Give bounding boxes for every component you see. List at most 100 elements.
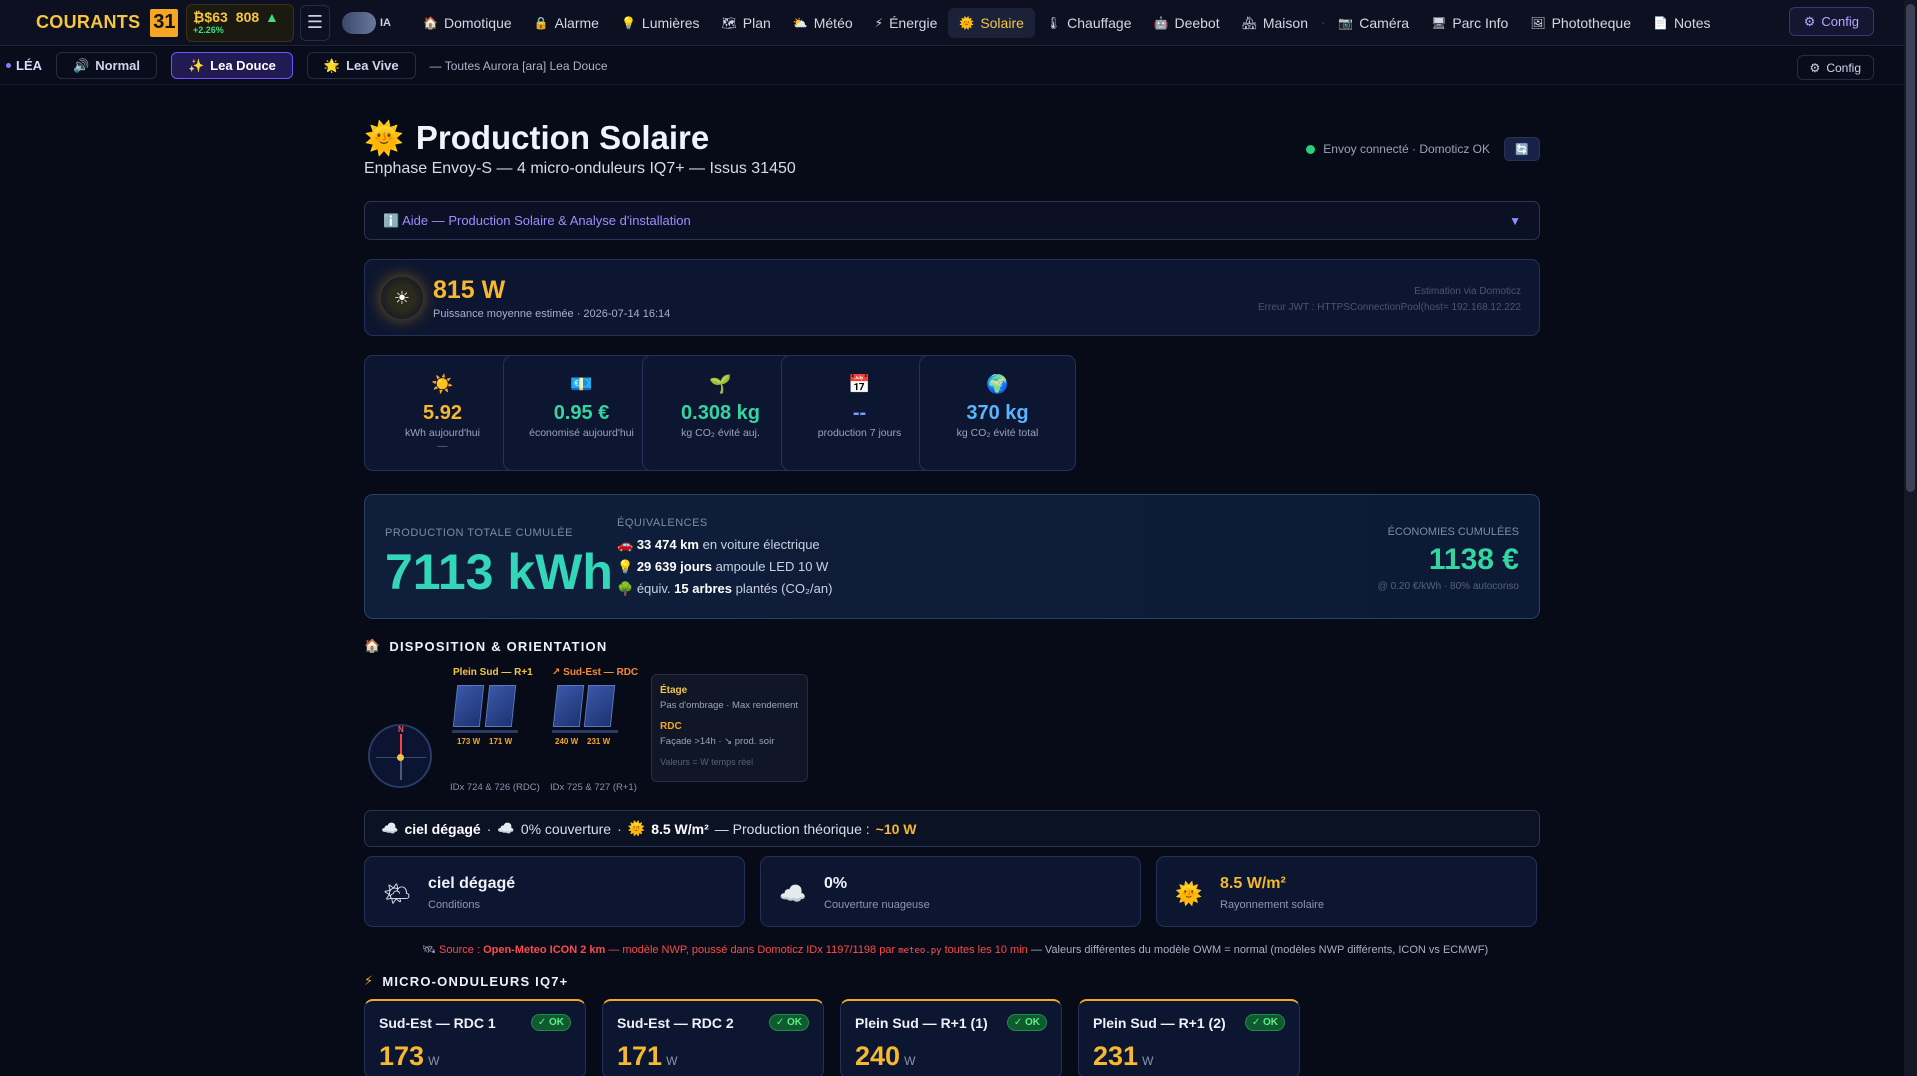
equivalence-pre: équiv. [636,581,675,596]
page-subtitle: Enphase Envoy-S — 4 micro-onduleurs IQ7+… [364,160,796,177]
mode-button-2[interactable]: 🌟 Lea Vive [306,52,416,79]
cloud-cover: 0% couverture [520,820,612,837]
inverter-power: 231 W [1093,1041,1153,1072]
inverter-power: 173 W [379,1041,439,1072]
equivalence-text: en voiture électrique [698,537,820,552]
legend-note: Valeurs = W temps réel [660,757,754,767]
chevron-down-icon[interactable]: ▼ [1509,214,1521,228]
refresh-button[interactable]: 🔄 [1504,137,1540,161]
panel-idx: IDx 725 & 727 (R+1) [550,782,637,793]
inverter-power-value: 173 [379,1041,425,1071]
equivalence-item: 🚗 33 474 km en voiture électrique [617,537,820,553]
savings-value: 1138 € [1428,543,1519,576]
inverter-name: Plein Sud — R+1 (1) [855,1015,988,1031]
equivalence-icon: 💡 [617,559,634,574]
total-production-card: PRODUCTION TOTALE CUMULÉE 7113 kWh ÉQUIV… [364,494,1540,619]
nav-item-1[interactable]: 🔒 Alarme [523,8,610,38]
nav-icon: 💡 [620,15,636,30]
section-title-inverters: ⚡ MICRO-ONDULEURS IQ7+ [364,973,568,989]
kpi-extra: — [437,441,448,452]
status-badge: ✓ OK [1006,1014,1047,1031]
ia-button[interactable]: IA [342,11,412,34]
nav-item-8[interactable]: 🤖 Deebot [1143,8,1231,38]
nav-icon: 🔒 [533,15,549,30]
nav-item-5[interactable]: ⚡ Énergie [864,8,949,38]
nav-label: Notes [1673,14,1711,31]
gear-icon: ⚙ [1803,13,1816,29]
equivalence-text: plantés (CO₂/an) [731,581,833,596]
mode-button-0[interactable]: 🔊 Normal [56,52,157,79]
inverter-name: Sud-Est — RDC 1 [379,1015,496,1031]
nav-label: Lumières [641,14,700,31]
connection-status: Envoy connecté · Domoticz OK 🔄 [1306,137,1540,161]
config-button[interactable]: ⚙ Config [1788,7,1874,36]
lea-config-button[interactable]: ⚙ Config [1796,55,1874,80]
irradiance: 8.5 W/m² [651,820,709,837]
weather-value: ciel dégagé [428,875,516,892]
nav-item-2[interactable]: 💡 Lumières [610,8,711,38]
source-prefix: Source : [439,944,484,956]
nav-label: Maison [1262,14,1308,31]
inverter-card[interactable]: Sud-Est — RDC 1 ✓ OK 173 W [364,999,586,1076]
nav-label: Caméra [1359,14,1410,31]
inverter-name: Plein Sud — R+1 (2) [1093,1015,1226,1031]
inverter-power-value: 171 [617,1041,663,1071]
btc-price: $63 [204,8,228,25]
savings-label: ÉCONOMIES CUMULÉES [1387,526,1519,538]
menu-icon[interactable]: ☰ [300,4,330,41]
legend-rdc-text: Façade >14h · ↘ prod. soir [660,736,775,747]
kpi-value: 370 kg [966,402,1029,424]
kpi-label: kWh aujourd'hui [405,427,480,439]
equivalence-value: 29 639 jours [636,559,712,574]
scrollbar[interactable] [1904,0,1917,1076]
estimation-note: Estimation via Domoticz Erreur JWT : HTT… [1258,284,1521,316]
total-label: PRODUCTION TOTALE CUMULÉE [385,527,573,539]
nav-item-13[interactable]: 📄 Notes [1642,8,1722,38]
nav-label: Domotique [443,14,512,31]
kpi-value: 0.308 kg [681,402,760,424]
inverter-card[interactable]: Plein Sud — R+1 (2) ✓ OK 231 W [1078,999,1300,1076]
inverter-power-unit: W [666,1054,678,1068]
inverter-power-unit: W [428,1054,440,1068]
group-label-south: Plein Sud — R+1 [453,667,533,678]
orientation-legend: Étage Pas d'ombrage · Max rendement RDC … [651,674,808,782]
status-dot-icon [1306,144,1316,154]
trend-up-icon: ▲ [265,8,279,25]
kpi-card: 🌍 370 kg kg CO₂ évité total [919,355,1076,471]
nav-item-9[interactable]: 🏘 Maison [1231,8,1319,38]
nav-item-10[interactable]: 📷 Caméra [1327,8,1420,38]
theoretical-label: — Production théorique : [714,820,870,837]
nav-item-3[interactable]: 🗺 Plan [711,8,782,38]
config-label: Config [1821,14,1859,29]
brand[interactable]: COURANTS 31 [0,8,180,37]
nav-item-4[interactable]: ⛅ Météo [782,8,864,38]
legend-floor-text: Pas d'ombrage · Max rendement [660,700,799,711]
kpi-card: 📅 -- production 7 jours [781,355,938,471]
mode-icon: 🔊 [73,57,90,73]
btc-ticker[interactable]: ₿$63 808 ▲ +2.26% [186,3,294,42]
equivalence-item: 🌳 équiv. 15 arbres plantés (CO₂/an) [617,581,832,597]
panel-power: 171 W [489,737,513,746]
nav-item-12[interactable]: 🖼 Phototheque [1519,8,1642,38]
weather-source-note: 🛰 Source : Open-Meteo ICON 2 km — modèle… [422,943,1488,956]
compass-icon: N [368,724,432,788]
inverter-power: 240 W [855,1041,915,1072]
scrollbar-thumb[interactable] [1906,4,1915,492]
nav-icon: ⛅ [792,15,808,30]
help-accordion[interactable]: ℹ️ Aide — Production Solaire & Analyse d… [364,201,1540,240]
kpi-card: ☀️ 5.92 kWh aujourd'hui — [364,355,521,471]
inverter-card[interactable]: Sud-Est — RDC 2 ✓ OK 171 W [602,999,824,1076]
inverter-card[interactable]: Plein Sud — R+1 (1) ✓ OK 240 W [840,999,1062,1076]
mode-icon: 🌟 [323,57,341,73]
lea-text: LÉA [16,58,42,73]
source-script: meteo.py [898,946,942,956]
solar-panel-icon [452,685,485,727]
nav-icon: 🏠 [423,15,438,30]
mode-button-1[interactable]: ✨ Lea Douce [170,52,293,79]
nav-item-0[interactable]: 🏠 Domotique [412,8,523,38]
nav-item-11[interactable]: 🖥 Parc Info [1420,8,1519,38]
nav-item-6[interactable]: 🌞 Solaire [948,7,1035,38]
nav-item-7[interactable]: 🌡 Chauffage [1035,8,1143,38]
panel-power: 173 W [457,737,481,746]
kpi-label: kg CO₂ évité total [956,427,1039,439]
